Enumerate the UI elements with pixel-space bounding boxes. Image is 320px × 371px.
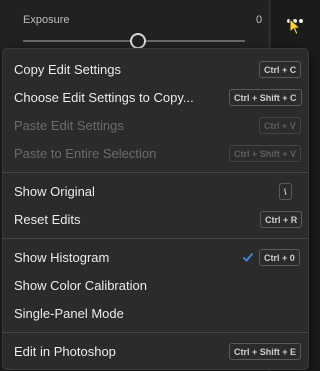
menu-item-edit-in-photoshop[interactable]: Edit in Photoshop Ctrl + Shift + E (3, 338, 308, 366)
menu-separator (3, 172, 308, 173)
shortcut-badge: Ctrl + Shift + E (229, 343, 302, 360)
shortcut-badge: Ctrl + C (259, 61, 302, 78)
menu-item-label: Choose Edit Settings to Copy... (14, 90, 194, 105)
exposure-slider-thumb[interactable] (130, 33, 146, 49)
menu-item-label: Reset Edits (14, 212, 81, 227)
menu-item-single-panel-mode[interactable]: Single-Panel Mode (3, 300, 308, 328)
shortcut-badge: Ctrl + R (260, 211, 303, 228)
menu-item-show-original[interactable]: Show Original \ (3, 178, 308, 206)
shortcut-badge: Ctrl + Shift + V (229, 145, 302, 162)
menu-item-label: Show Histogram (14, 250, 110, 265)
menu-item-paste-edit-settings[interactable]: Paste Edit Settings Ctrl + V (3, 112, 308, 140)
menu-item-label: Edit in Photoshop (14, 344, 116, 359)
menu-item-label: Paste Edit Settings (14, 118, 124, 133)
shortcut-badge: Ctrl + 0 (259, 249, 300, 266)
shortcut-badge: Ctrl + V (259, 117, 301, 134)
mouse-pointer-icon (289, 18, 302, 36)
menu-item-show-histogram[interactable]: Show Histogram Ctrl + 0 (3, 244, 308, 272)
menu-item-label: Paste to Entire Selection (14, 146, 157, 161)
menu-item-label: Show Original (14, 184, 95, 199)
menu-item-reset-edits[interactable]: Reset Edits Ctrl + R (3, 206, 308, 234)
shortcut-badge: \ (279, 183, 292, 200)
menu-separator (3, 332, 308, 333)
shortcut-badge: Ctrl + Shift + C (229, 89, 302, 106)
more-options-button[interactable] (284, 12, 306, 36)
context-menu: Copy Edit Settings Ctrl + C Choose Edit … (2, 48, 309, 370)
menu-item-label: Show Color Calibration (14, 278, 147, 293)
menu-item-paste-to-entire-selection[interactable]: Paste to Entire Selection Ctrl + Shift +… (3, 140, 308, 168)
exposure-label: Exposure (23, 14, 70, 26)
menu-item-label: Single-Panel Mode (14, 306, 124, 321)
menu-item-label: Copy Edit Settings (14, 62, 121, 77)
menu-item-copy-edit-settings[interactable]: Copy Edit Settings Ctrl + C (3, 56, 308, 84)
checkmark-icon (242, 252, 254, 262)
menu-item-choose-edit-settings[interactable]: Choose Edit Settings to Copy... Ctrl + S… (3, 84, 308, 112)
menu-item-show-color-calibration[interactable]: Show Color Calibration (3, 272, 308, 300)
menu-separator (3, 238, 308, 239)
